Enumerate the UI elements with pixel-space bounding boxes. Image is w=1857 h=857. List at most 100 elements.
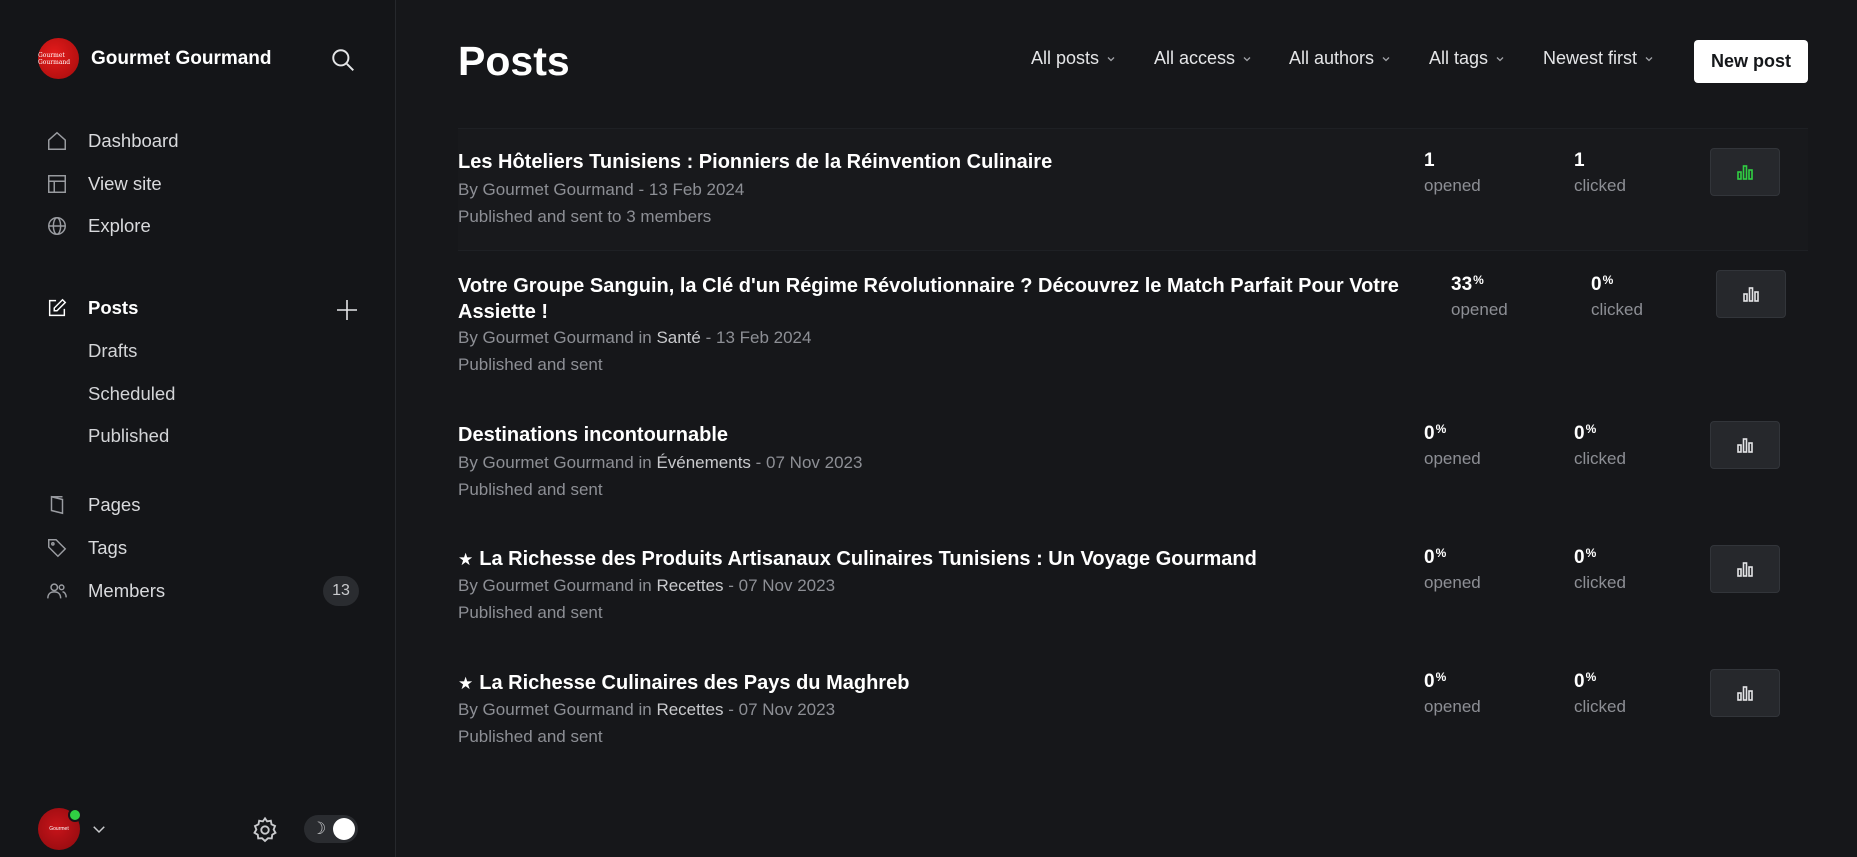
post-status: Published and sent	[458, 603, 603, 622]
new-post-button[interactable]: New post	[1694, 40, 1808, 83]
opened-label: opened	[1424, 449, 1481, 468]
sidebar-item-label: Posts	[88, 297, 139, 318]
analytics-button[interactable]	[1710, 148, 1780, 196]
percent-sign: %	[1585, 670, 1597, 684]
post-date: 07 Nov 2023	[738, 576, 836, 595]
clicked-label: clicked	[1574, 573, 1626, 592]
post-row[interactable]: Votre Groupe Sanguin, la Clé d'un Régime…	[458, 253, 1808, 383]
post-date: 07 Nov 2023	[738, 700, 836, 719]
sidebar-item-posts[interactable]: Posts	[46, 294, 138, 322]
post-date: 07 Nov 2023	[766, 453, 863, 472]
post-meta: By Gourmet Gourmand in Santé - 13 Feb 20…	[458, 328, 812, 347]
opened-value: 0	[1424, 547, 1435, 568]
sidebar-item-tags[interactable]: Tags	[46, 534, 127, 562]
members-icon	[47, 583, 67, 599]
opened-stat: 0% opened	[1424, 546, 1481, 593]
post-row[interactable]: Les Hôteliers Tunisiens : Pionniers de l…	[458, 128, 1808, 251]
filter-all-authors[interactable]: All authors	[1289, 48, 1391, 69]
search-icon[interactable]	[330, 47, 356, 73]
page-title: Posts	[458, 38, 570, 84]
sidebar-item-explore[interactable]: Explore	[46, 212, 151, 240]
online-status-dot	[68, 808, 82, 822]
sidebar-item-members[interactable]: Members	[46, 577, 165, 605]
clicked-stat: 0% clicked	[1574, 546, 1626, 593]
filter-label: All posts	[1031, 48, 1100, 68]
star-icon: ★	[458, 550, 474, 569]
post-title[interactable]: Votre Groupe Sanguin, la Clé d'un Régime…	[458, 273, 1408, 325]
post-meta: By Gourmet Gourmand - 13 Feb 2024	[458, 180, 745, 199]
filter-label: Newest first	[1543, 48, 1638, 68]
filter-label: All access	[1154, 48, 1236, 68]
opened-label: opened	[1424, 573, 1481, 592]
opened-value: 0	[1424, 423, 1435, 444]
post-author: By Gourmet Gourmand in	[458, 328, 652, 347]
percent-sign: %	[1473, 273, 1484, 287]
sidebar-item-scheduled[interactable]: Scheduled	[88, 383, 175, 405]
sidebar-item-drafts[interactable]: Drafts	[88, 340, 137, 362]
percent-sign: %	[1435, 546, 1447, 560]
filter-sort-order[interactable]: Newest first	[1543, 48, 1654, 69]
clicked-value: 0	[1591, 274, 1602, 295]
post-status: Published and sent	[458, 480, 603, 499]
home-icon	[48, 131, 66, 150]
sidebar-item-dashboard[interactable]: Dashboard	[46, 127, 179, 155]
opened-stat: 33% opened	[1451, 273, 1508, 320]
post-title[interactable]: ★ La Richesse Culinaires des Pays du Magh…	[458, 670, 1408, 697]
post-tag[interactable]: Recettes	[656, 700, 723, 719]
filter-all-posts[interactable]: All posts	[1031, 48, 1116, 69]
brand[interactable]: Gourmet Gourmand Gourmet Gourmand	[38, 38, 272, 79]
post-row[interactable]: ★ La Richesse Culinaires des Pays du Magh…	[458, 650, 1808, 770]
theme-toggle[interactable]: ☽	[304, 815, 358, 843]
layout-icon	[48, 175, 66, 193]
post-date: 13 Feb 2024	[715, 328, 812, 347]
bar-chart-icon	[1737, 438, 1753, 453]
post-tag[interactable]: Événements	[656, 453, 751, 472]
post-title[interactable]: ★ La Richesse des Produits Artisanaux Cul…	[458, 546, 1408, 573]
post-row[interactable]: ★ La Richesse des Produits Artisanaux Cul…	[458, 526, 1808, 646]
add-post-icon[interactable]	[335, 298, 359, 322]
sidebar-item-published[interactable]: Published	[88, 425, 169, 447]
clicked-stat: 1 clicked	[1574, 149, 1626, 196]
sidebar-item-label: Tags	[88, 537, 128, 558]
analytics-button[interactable]	[1710, 669, 1780, 717]
moon-icon: ☽	[311, 819, 327, 838]
post-tag[interactable]: Santé	[656, 328, 700, 347]
post-tag[interactable]: Recettes	[656, 576, 723, 595]
opened-stat: 1 opened	[1424, 149, 1481, 196]
filter-all-access[interactable]: All access	[1154, 48, 1252, 69]
post-title[interactable]: Les Hôteliers Tunisiens : Pionniers de l…	[458, 149, 1408, 175]
post-row[interactable]: Destinations incontournable By Gourmet G…	[458, 402, 1808, 522]
sidebar: Gourmet Gourmand Gourmet Gourmand Dashbo…	[0, 0, 396, 857]
opened-value: 0	[1424, 671, 1435, 692]
chevron-down-icon	[1382, 56, 1390, 61]
analytics-button[interactable]	[1710, 421, 1780, 469]
filter-all-tags[interactable]: All tags	[1429, 48, 1505, 69]
bar-chart-icon	[1743, 287, 1759, 302]
clicked-value: 0	[1574, 423, 1585, 444]
post-status: Published and sent	[458, 727, 603, 746]
opened-value: 1	[1424, 150, 1435, 171]
sidebar-item-pages[interactable]: Pages	[46, 491, 140, 519]
post-author: By Gourmet Gourmand	[458, 180, 634, 199]
clicked-label: clicked	[1591, 300, 1643, 319]
chevron-down-icon	[1243, 56, 1251, 61]
sidebar-item-view-site[interactable]: View site	[46, 170, 162, 198]
filter-label: All tags	[1429, 48, 1489, 68]
chevron-down-icon	[1496, 56, 1504, 61]
star-icon: ★	[458, 674, 474, 693]
sidebar-item-label: Dashboard	[88, 130, 179, 151]
bar-chart-icon	[1737, 165, 1753, 180]
post-status: Published and sent to 3 members	[458, 207, 712, 226]
tag-icon	[48, 539, 67, 558]
chevron-down-icon	[1107, 56, 1115, 61]
post-date: 13 Feb 2024	[648, 180, 745, 199]
post-title-text: La Richesse Culinaires des Pays du Maghr…	[479, 672, 910, 694]
globe-icon	[48, 217, 66, 235]
post-title[interactable]: Destinations incontournable	[458, 422, 1408, 448]
analytics-button[interactable]	[1716, 270, 1786, 318]
gear-icon[interactable]	[251, 816, 279, 844]
post-meta: By Gourmet Gourmand in Recettes - 07 Nov…	[458, 700, 836, 719]
chevron-down-icon	[1645, 56, 1653, 61]
analytics-button[interactable]	[1710, 545, 1780, 593]
chevron-down-icon[interactable]	[90, 820, 108, 838]
